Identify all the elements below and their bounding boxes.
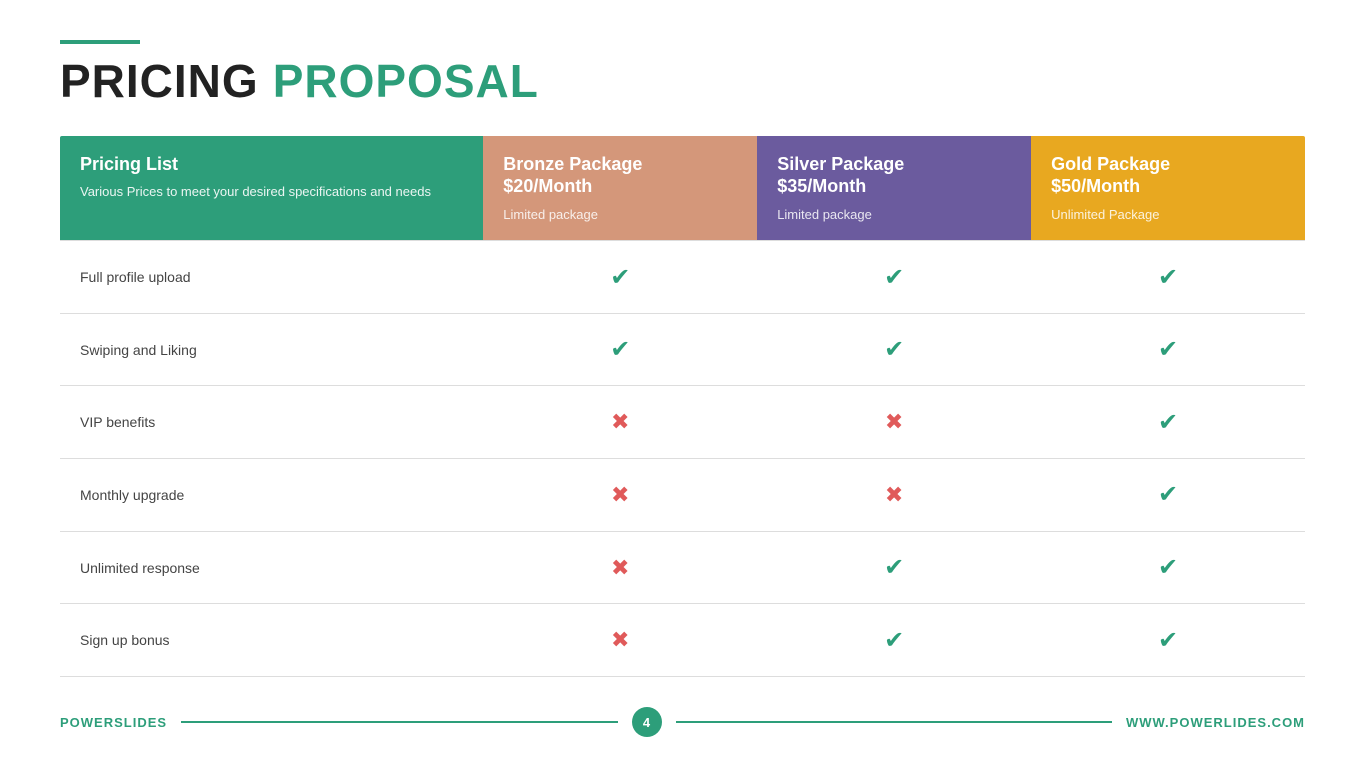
footer-website: WWW.POWERLIDES.COM	[1126, 715, 1305, 730]
gold-cell-row-1: ✔	[1031, 313, 1305, 386]
table-row: VIP benefits ✖ ✖ ✔	[60, 386, 1305, 459]
title-pricing: PRICING	[60, 54, 259, 108]
silver-cell-row-3: ✖	[757, 459, 1031, 532]
check-yes-icon: ✔	[884, 627, 904, 654]
bronze-cell-row-0: ✔	[483, 241, 757, 314]
table-row: Swiping and Liking ✔ ✔ ✔	[60, 313, 1305, 386]
check-yes-icon: ✔	[884, 264, 904, 291]
brand-green: SLIDES	[114, 715, 167, 730]
feature-label: VIP benefits	[60, 386, 483, 459]
page-title: PRICING PROPOSAL	[60, 54, 1305, 108]
table-row: Unlimited response ✖ ✔ ✔	[60, 531, 1305, 604]
footer-line-left	[181, 721, 617, 723]
gold-cell-row-4: ✔	[1031, 531, 1305, 604]
bronze-cell-row-1: ✔	[483, 313, 757, 386]
page-number-badge: 4	[632, 707, 662, 737]
silver-cell-row-4: ✔	[757, 531, 1031, 604]
feature-label: Sign up bonus	[60, 604, 483, 677]
feature-label: Full profile upload	[60, 241, 483, 314]
list-col-desc: Various Prices to meet your desired spec…	[80, 183, 463, 201]
check-no-icon: ✖	[611, 627, 629, 652]
feature-label: Unlimited response	[60, 531, 483, 604]
bronze-cell-row-5: ✖	[483, 604, 757, 677]
check-yes-icon: ✔	[610, 336, 630, 363]
gold-cell-row-0: ✔	[1031, 241, 1305, 314]
check-yes-icon: ✔	[1158, 336, 1178, 363]
brand-name: POWERSLIDES	[60, 715, 167, 730]
check-no-icon: ✖	[611, 482, 629, 507]
silver-pkg-sub: Limited package	[777, 207, 1011, 222]
list-col-title: Pricing List	[80, 154, 463, 175]
gold-cell-row-2: ✔	[1031, 386, 1305, 459]
table-body: Full profile upload✔✔✔Swiping and Liking…	[60, 241, 1305, 677]
footer: POWERSLIDES 4 WWW.POWERLIDES.COM	[60, 697, 1305, 737]
table-row: Sign up bonus ✖ ✔ ✔	[60, 604, 1305, 677]
footer-line-right	[676, 721, 1112, 723]
check-yes-icon: ✔	[1158, 264, 1178, 291]
bronze-cell-row-4: ✖	[483, 531, 757, 604]
table-header-row: Pricing List Various Prices to meet your…	[60, 136, 1305, 241]
col-header-silver: Silver Package$35/Month Limited package	[757, 136, 1031, 241]
gold-pkg-sub: Unlimited Package	[1051, 207, 1285, 222]
gold-cell-row-5: ✔	[1031, 604, 1305, 677]
silver-pkg-name: Silver Package$35/Month	[777, 154, 1011, 197]
page: PRICING PROPOSAL Pricing List Various Pr…	[0, 0, 1365, 767]
feature-label: Monthly upgrade	[60, 459, 483, 532]
header-accent-line	[60, 40, 140, 44]
table-row: Full profile upload ✔ ✔ ✔	[60, 241, 1305, 314]
check-no-icon: ✖	[611, 409, 629, 434]
check-yes-icon: ✔	[884, 554, 904, 581]
bronze-cell-row-3: ✖	[483, 459, 757, 532]
silver-cell-row-0: ✔	[757, 241, 1031, 314]
feature-label: Swiping and Liking	[60, 313, 483, 386]
gold-pkg-name: Gold Package$50/Month	[1051, 154, 1285, 197]
bronze-pkg-name: Bronze Package$20/Month	[503, 154, 737, 197]
check-yes-icon: ✔	[610, 264, 630, 291]
check-yes-icon: ✔	[1158, 409, 1178, 436]
bronze-cell-row-2: ✖	[483, 386, 757, 459]
brand-black: POWER	[60, 715, 114, 730]
check-yes-icon: ✔	[1158, 554, 1178, 581]
table-row: Monthly upgrade ✖ ✖ ✔	[60, 459, 1305, 532]
col-header-gold: Gold Package$50/Month Unlimited Package	[1031, 136, 1305, 241]
silver-cell-row-2: ✖	[757, 386, 1031, 459]
gold-cell-row-3: ✔	[1031, 459, 1305, 532]
check-no-icon: ✖	[611, 555, 629, 580]
check-no-icon: ✖	[885, 409, 903, 434]
check-yes-icon: ✔	[1158, 481, 1178, 508]
col-header-list: Pricing List Various Prices to meet your…	[60, 136, 483, 241]
pricing-table: Pricing List Various Prices to meet your…	[60, 136, 1305, 677]
title-proposal: PROPOSAL	[273, 54, 539, 108]
col-header-bronze: Bronze Package$20/Month Limited package	[483, 136, 757, 241]
check-no-icon: ✖	[885, 482, 903, 507]
silver-cell-row-5: ✔	[757, 604, 1031, 677]
bronze-pkg-sub: Limited package	[503, 207, 737, 222]
check-yes-icon: ✔	[884, 336, 904, 363]
check-yes-icon: ✔	[1158, 627, 1178, 654]
silver-cell-row-1: ✔	[757, 313, 1031, 386]
